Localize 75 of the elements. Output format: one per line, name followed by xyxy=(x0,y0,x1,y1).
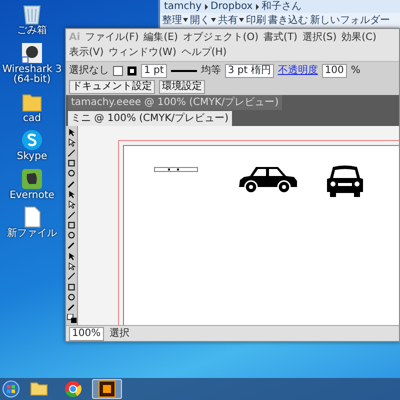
toolbar-button[interactable]: ドキュメント設定 xyxy=(69,80,155,94)
toolbar-button[interactable]: 開く xyxy=(190,12,216,28)
line-tool-icon[interactable] xyxy=(67,148,76,157)
path-segment-drawing xyxy=(154,167,198,172)
ellipse-tool-icon[interactable] xyxy=(67,293,76,302)
taskbar-button[interactable] xyxy=(92,379,122,399)
chevron-icon xyxy=(204,4,209,10)
document-tab[interactable]: tamachy.eeee @ 100% (CMYK/プレビュー) xyxy=(68,95,282,110)
direct-selection-tool-icon[interactable] xyxy=(67,200,76,208)
menu-item[interactable]: ファイル(F) xyxy=(85,30,139,45)
desktop-icon-label[interactable]: cad xyxy=(23,114,41,124)
ellipse-tool-icon[interactable] xyxy=(67,231,76,240)
ellipse-tool-icon[interactable] xyxy=(67,169,76,178)
toolbar-button[interactable]: 共有 xyxy=(218,12,244,28)
opacity-link[interactable]: 不透明度 xyxy=(278,63,318,78)
status-text: 選択 xyxy=(110,327,130,341)
app-icon[interactable] xyxy=(20,40,44,64)
desktop-icon-label[interactable]: Skype xyxy=(16,152,48,162)
document-tab[interactable]: ミニ @ 100% (CMYK/プレビュー) xyxy=(68,111,232,126)
line-tool-icon[interactable] xyxy=(67,210,76,219)
menu-item[interactable]: オブジェクト(O) xyxy=(182,30,259,45)
toolbar-button[interactable]: 書き込む xyxy=(268,12,308,28)
selection-tool-icon[interactable] xyxy=(67,190,76,198)
toolbar-button[interactable]: 新しいフォルダー xyxy=(310,12,390,28)
zoom-field[interactable]: 100% xyxy=(69,326,104,340)
rectangle-tool-icon[interactable] xyxy=(67,220,76,230)
chrome-icon xyxy=(63,379,83,399)
caret-icon xyxy=(183,18,188,22)
menu-item[interactable]: 編集(E) xyxy=(144,30,178,45)
pencil-tool-icon[interactable] xyxy=(67,303,76,312)
chevron-icon xyxy=(254,4,260,10)
fill-stroke-icon[interactable] xyxy=(66,314,76,323)
menu-item[interactable]: ヘルプ(H) xyxy=(181,45,227,60)
rectangle-tool-icon[interactable] xyxy=(67,282,76,291)
car-front-icon xyxy=(326,164,364,198)
app-icon xyxy=(97,379,117,399)
desktop-icon-label[interactable]: Evernote xyxy=(10,190,54,201)
menu-item[interactable]: 効果(C) xyxy=(342,30,376,45)
brush-field[interactable]: 3 pt 楕円 xyxy=(224,64,274,78)
desktop-icon-label[interactable]: 新ファイル xyxy=(7,229,57,240)
breadcrumb-item[interactable]: Dropbox xyxy=(210,0,253,14)
rectangle-tool-icon[interactable] xyxy=(67,158,76,168)
menu-item[interactable]: 選択(S) xyxy=(302,30,337,45)
start-button-icon[interactable] xyxy=(2,380,20,398)
menu-item[interactable]: ウィンドウ(W) xyxy=(108,45,176,60)
breadcrumb-item[interactable]: tamchy xyxy=(164,0,202,14)
selection-tool-icon[interactable] xyxy=(67,252,76,260)
direct-selection-tool-icon[interactable] xyxy=(67,262,76,270)
toolbar-button[interactable]: 環境設定 xyxy=(159,80,205,94)
caret-icon xyxy=(211,18,216,22)
percent-label: % xyxy=(350,64,360,78)
stroke-line-icon[interactable] xyxy=(170,68,197,74)
desktop-icon-label[interactable]: ごみ箱 xyxy=(17,26,47,36)
menu-item[interactable]: 書式(T) xyxy=(264,30,298,45)
fill-swatch-icon[interactable] xyxy=(113,66,123,76)
desktop-icon-label[interactable]: Wireshark 3 (64-bit) xyxy=(2,64,62,86)
pencil-tool-icon[interactable] xyxy=(67,180,76,188)
pencil-tool-icon[interactable] xyxy=(67,241,76,250)
line-tool-icon[interactable] xyxy=(67,272,76,281)
opacity-field[interactable]: 100 xyxy=(322,64,347,78)
selection-tool-icon[interactable] xyxy=(67,128,76,136)
stroke-swatch-icon[interactable] xyxy=(127,66,137,76)
skype-icon[interactable] xyxy=(20,128,44,152)
toolbar-button[interactable]: 印刷 xyxy=(246,12,266,28)
toolbar-button[interactable]: 整理 xyxy=(162,12,188,28)
elephant-icon[interactable] xyxy=(20,166,44,190)
stroke-weight-field[interactable]: 1 pt xyxy=(141,64,167,78)
breadcrumb-item[interactable]: 和子さん xyxy=(262,0,302,14)
app-logo: Ai xyxy=(69,31,80,45)
car-side-icon xyxy=(238,164,298,194)
selection-label: 選択なし xyxy=(69,64,109,78)
direct-selection-tool-icon[interactable] xyxy=(67,138,76,147)
stroke-profile-label: 均等 xyxy=(200,64,221,78)
menu-item[interactable]: 表示(V) xyxy=(69,45,104,60)
caret-icon xyxy=(239,18,244,22)
